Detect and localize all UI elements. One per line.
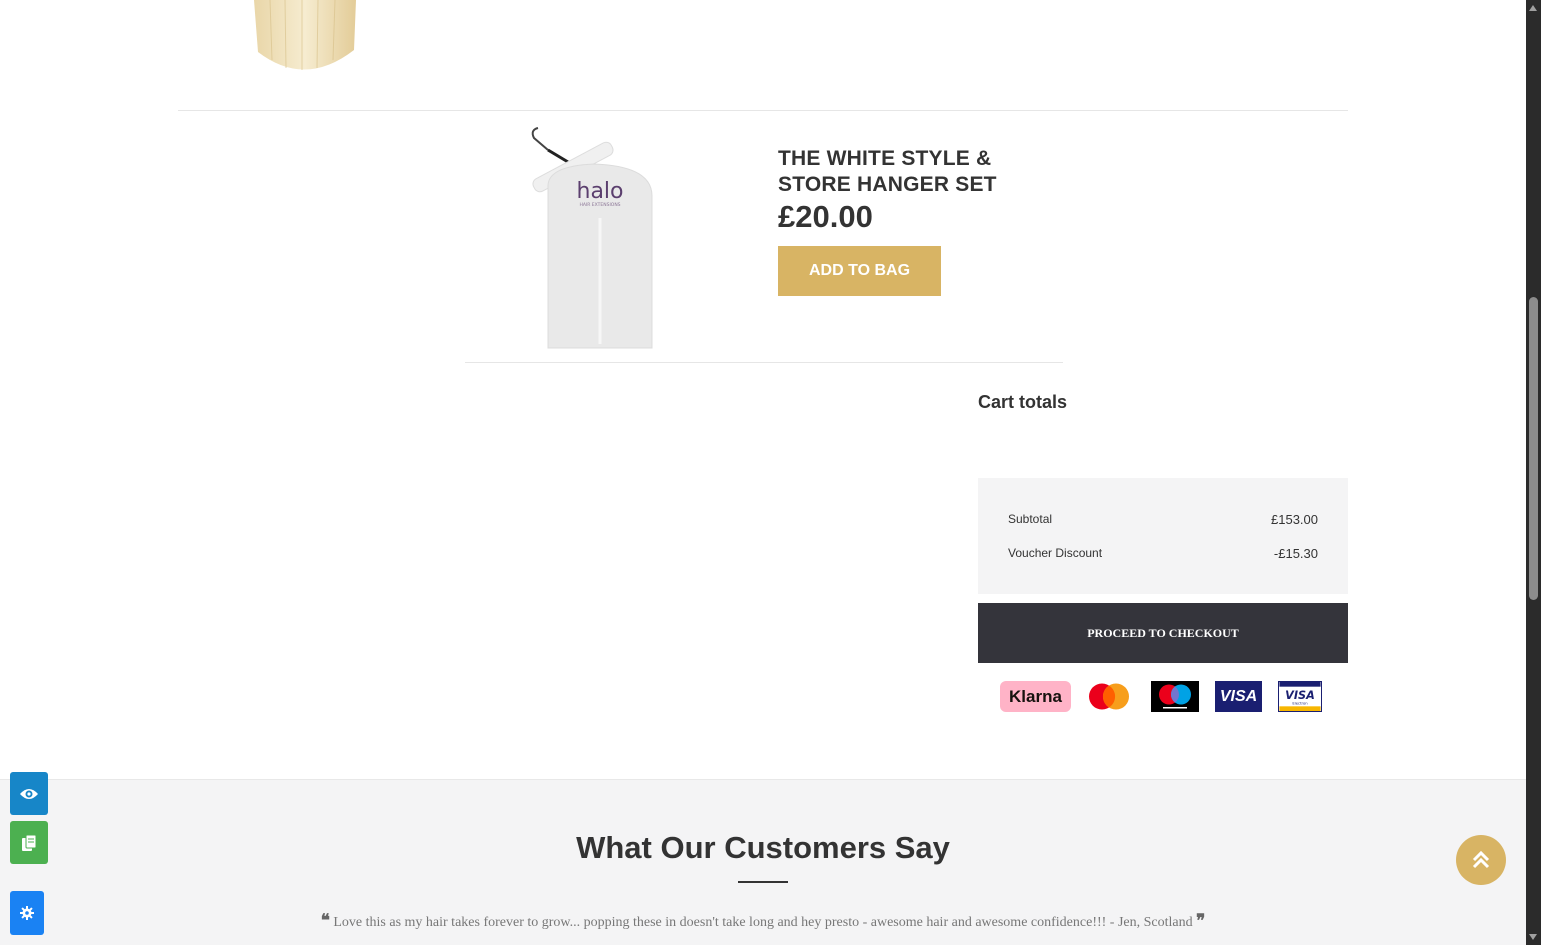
heading-underline xyxy=(738,881,788,883)
subtotal-row: Subtotal £153.00 xyxy=(1008,512,1318,527)
product-title[interactable]: THE WHITE STYLE & STORE HANGER SET xyxy=(778,146,1038,198)
quote-close-icon: ❞ xyxy=(1196,911,1206,930)
klarna-icon: Klarna xyxy=(1000,681,1071,712)
visa-electron-icon: VISA Electron xyxy=(1278,681,1322,712)
gear-icon xyxy=(20,906,34,920)
testimonials-section: What Our Customers Say ❝ Love this as my… xyxy=(0,779,1526,945)
voucher-discount-value: -£15.30 xyxy=(1273,546,1318,561)
klarna-label: Klarna xyxy=(1009,686,1062,706)
visa-icon: VISA xyxy=(1215,681,1262,712)
page-scrollbar[interactable] xyxy=(1526,0,1541,945)
cart-page: halo HAIR EXTENSIONS THE WHITE STYLE & S… xyxy=(0,0,1526,945)
double-chevron-up-icon xyxy=(1472,850,1490,869)
settings-button[interactable] xyxy=(10,891,44,935)
copy-icon xyxy=(22,834,37,851)
svg-text:HAIR EXTENSIONS: HAIR EXTENSIONS xyxy=(579,202,620,208)
cart-totals-panel: Subtotal £153.00 Voucher Discount -£15.3… xyxy=(978,478,1348,594)
preview-button[interactable] xyxy=(10,772,48,815)
subtotal-value: £153.00 xyxy=(1271,512,1318,527)
cart-totals-heading: Cart totals xyxy=(978,392,1068,412)
scroll-down-arrow-icon[interactable] xyxy=(1529,934,1537,940)
product-price: £20.00 xyxy=(778,199,873,234)
svg-text:VISA: VISA xyxy=(1285,689,1315,702)
voucher-discount-label: Voucher Discount xyxy=(1008,546,1103,560)
eye-icon xyxy=(20,788,38,799)
mastercard-icon xyxy=(1089,683,1129,710)
add-to-bag-button[interactable]: ADD TO BAG xyxy=(778,246,941,296)
svg-text:Electron: Electron xyxy=(1292,701,1308,705)
scroll-up-arrow-icon[interactable] xyxy=(1529,5,1537,11)
quote-open-icon: ❝ xyxy=(320,911,330,930)
hanger-set-image[interactable]: halo HAIR EXTENSIONS xyxy=(524,126,659,351)
voucher-discount-row: Voucher Discount -£15.30 xyxy=(1008,546,1318,561)
copy-button[interactable] xyxy=(10,821,48,864)
payment-methods: Klarna VISA VISA Electron xyxy=(1000,681,1330,713)
svg-text:halo: halo xyxy=(577,179,624,204)
testimonial-quote: ❝ Love this as my hair takes forever to … xyxy=(0,911,1526,931)
testimonials-heading: What Our Customers Say xyxy=(576,830,950,865)
visa-label: VISA xyxy=(1219,687,1258,705)
maestro-icon xyxy=(1151,681,1199,712)
item-divider xyxy=(465,362,1063,363)
item-divider xyxy=(178,110,1348,111)
proceed-to-checkout-button[interactable]: PROCEED TO CHECKOUT xyxy=(978,603,1348,663)
subtotal-label: Subtotal xyxy=(1008,512,1053,526)
scroll-to-top-button[interactable] xyxy=(1456,835,1506,885)
hair-extension-image xyxy=(254,0,356,70)
scrollbar-thumb[interactable] xyxy=(1529,297,1538,600)
testimonial-text: Love this as my hair takes forever to gr… xyxy=(333,915,1193,930)
